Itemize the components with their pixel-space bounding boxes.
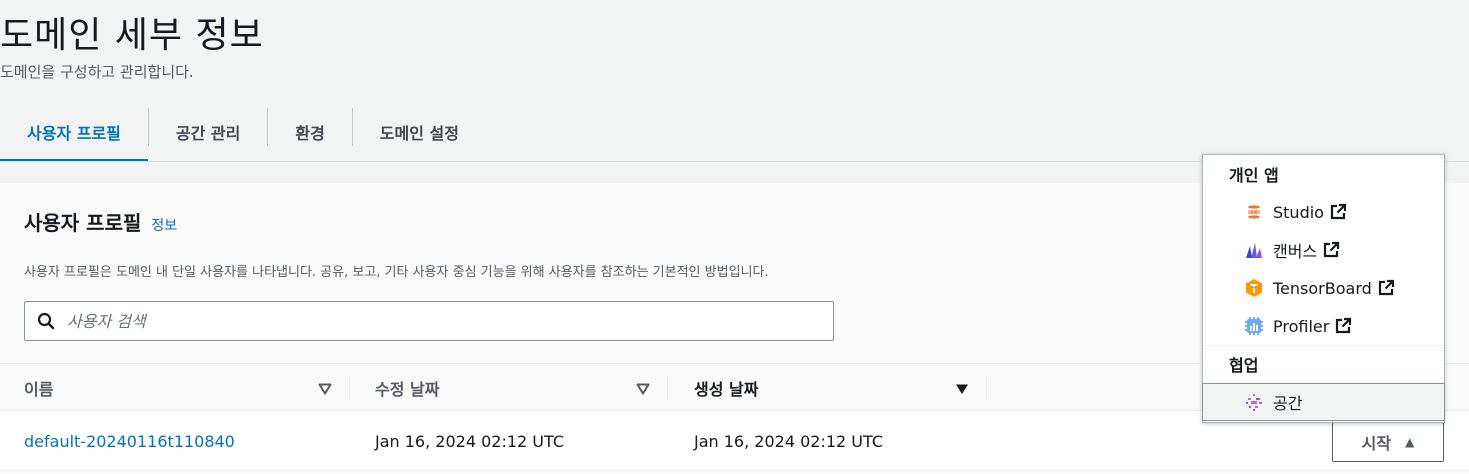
launch-button[interactable]: 시작 ▲: [1332, 422, 1444, 462]
page-title: 도메인 세부 정보: [0, 15, 264, 56]
cell-name: default-20240116t110840: [24, 411, 235, 471]
column-divider[interactable]: [667, 376, 668, 400]
search-box[interactable]: [24, 301, 834, 341]
spaces-icon: [1243, 391, 1265, 413]
launch-button-label: 시작: [1361, 434, 1392, 453]
panel-title: 사용자 프로필 정보: [24, 207, 177, 236]
dropdown-divider: [1203, 345, 1444, 346]
menu-item-label: 캔버스: [1273, 242, 1318, 261]
search-icon: [25, 312, 67, 330]
info-link[interactable]: 정보: [151, 215, 177, 235]
panel-title-text: 사용자 프로필: [24, 211, 142, 235]
sort-icon[interactable]: [318, 380, 332, 399]
cell-modified: Jan 16, 2024 02:12 UTC: [375, 431, 564, 451]
search-input[interactable]: [67, 311, 807, 331]
external-link-icon: [1377, 279, 1395, 297]
column-label: 수정 날짜: [375, 379, 440, 399]
menu-item-spaces[interactable]: 공간: [1202, 383, 1445, 421]
cell-created: Jan 16, 2024 02:12 UTC: [694, 431, 883, 451]
sort-descending-icon[interactable]: [955, 380, 969, 399]
external-link-icon: [1334, 317, 1352, 335]
page-description: 도메인을 구성하고 관리합니다.: [0, 63, 194, 81]
svg-text:JUP: JUP: [1250, 211, 1257, 215]
tab-user-profiles[interactable]: 사용자 프로필: [0, 103, 148, 162]
menu-item-studio[interactable]: JUP Studio: [1203, 193, 1444, 231]
column-divider[interactable]: [986, 376, 987, 400]
column-label: 생성 날짜: [694, 379, 759, 399]
menu-item-label: Profiler: [1273, 316, 1330, 336]
profiler-icon: [1243, 315, 1265, 337]
launch-dropdown-menu: 개인 앱 JUP Studio 캔버스 TensorBoard Profiler: [1202, 154, 1445, 423]
column-header-created[interactable]: 생성 날짜: [694, 364, 758, 411]
canvas-icon: [1243, 239, 1265, 261]
external-link-icon: [1329, 203, 1347, 221]
external-link-icon: [1322, 241, 1340, 259]
column-divider[interactable]: [349, 376, 350, 400]
tab-space-management[interactable]: 공간 관리: [149, 103, 267, 161]
tab-environment[interactable]: 환경: [268, 103, 351, 161]
jupyter-icon: JUP: [1243, 201, 1265, 223]
user-profile-link[interactable]: default-20240116t110840: [24, 432, 235, 451]
column-header-name[interactable]: 이름: [24, 364, 53, 411]
menu-item-label: Studio: [1273, 202, 1324, 222]
menu-item-profiler[interactable]: Profiler: [1203, 307, 1444, 345]
menu-item-label: 공간: [1273, 394, 1303, 413]
panel-description: 사용자 프로필은 도메인 내 단일 사용자를 나타냅니다. 공유, 보고, 기타…: [24, 265, 769, 280]
column-label: 이름: [24, 379, 54, 399]
menu-item-label: TensorBoard: [1273, 278, 1372, 298]
sort-icon[interactable]: [636, 380, 650, 399]
dropdown-group-label: 개인 앱: [1229, 166, 1279, 185]
tab-domain-settings[interactable]: 도메인 설정: [353, 103, 486, 161]
caret-up-icon: ▲: [1405, 435, 1415, 449]
column-header-modified[interactable]: 수정 날짜: [375, 364, 439, 411]
menu-item-canvas[interactable]: 캔버스: [1203, 231, 1444, 269]
tab-bar: 사용자 프로필 공간 관리 환경 도메인 설정: [0, 103, 486, 162]
tensorboard-icon: [1243, 277, 1265, 299]
dropdown-group-label: 협업: [1229, 356, 1259, 375]
menu-item-tensorboard[interactable]: TensorBoard: [1203, 269, 1444, 307]
